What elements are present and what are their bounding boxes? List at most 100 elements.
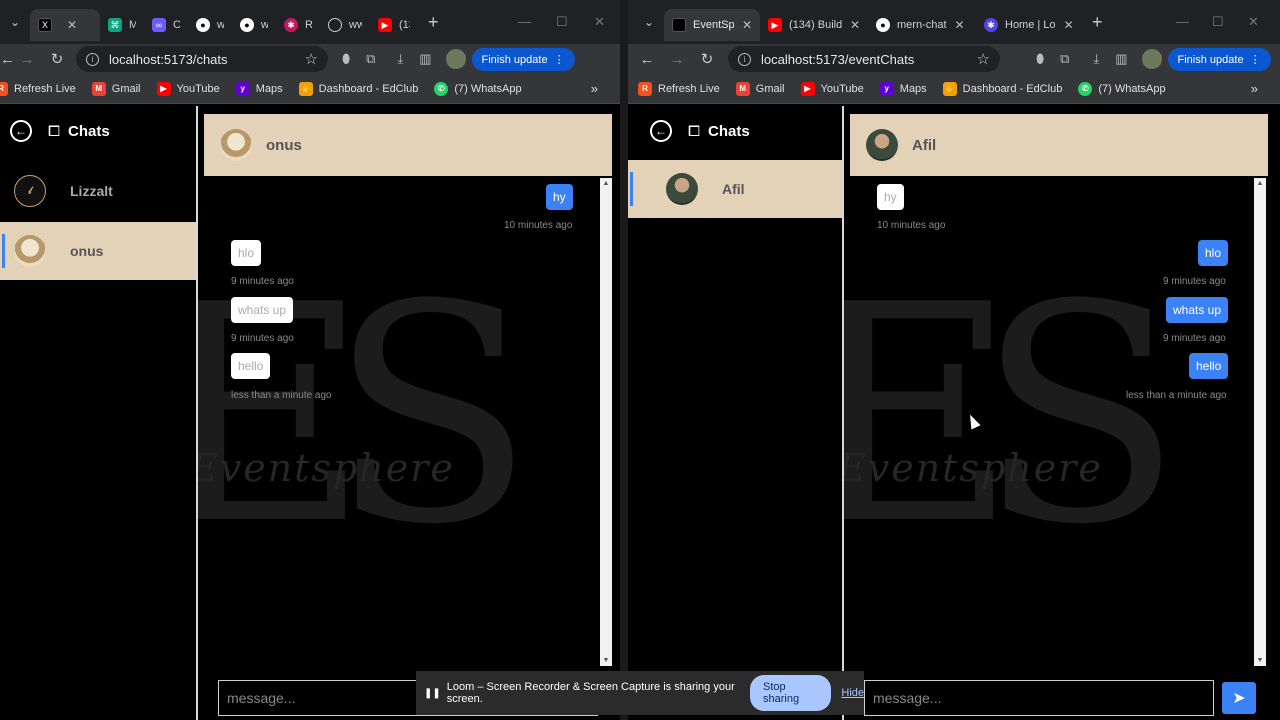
maximize-icon[interactable]: ☐	[1212, 14, 1224, 30]
pause-icon[interactable]: ❚❚	[424, 688, 441, 699]
close-tab-icon[interactable]: ✕	[850, 18, 860, 32]
message-input[interactable]: message...	[864, 680, 1214, 716]
tab-6[interactable]: ww	[320, 9, 370, 41]
bookmark-refresh-live[interactable]: R Refresh Live	[638, 81, 720, 96]
site-info-icon[interactable]: i	[738, 52, 751, 66]
bookmark-youtube[interactable]: ▶ YouTube	[156, 81, 220, 96]
forward-arrow-icon[interactable]: →	[12, 51, 42, 68]
side-panel-icon[interactable]: ▥	[1115, 51, 1127, 67]
eventsphere-icon	[672, 18, 686, 32]
message-bubble: hlo	[231, 240, 262, 266]
bookmark-maps[interactable]: y Maps	[879, 81, 927, 96]
github-icon: ●	[240, 18, 254, 32]
extension-icon[interactable]: ⬮	[1036, 51, 1044, 67]
github-icon: ●	[196, 18, 210, 32]
bookmark-edclub[interactable]: ✋ Dashboard - EdClub	[942, 81, 1062, 96]
tab-4[interactable]: ● we	[232, 9, 276, 41]
reload-icon[interactable]: ↻	[692, 50, 722, 68]
close-window-icon[interactable]: ✕	[594, 14, 605, 30]
reload-icon[interactable]: ↻	[42, 50, 72, 68]
chat-panel: Afil hy 10 minutes ago hlo 9 minutes ago…	[844, 106, 1280, 720]
finish-update-button[interactable]: Finish update ⋮	[471, 47, 575, 71]
contact-name: Afil	[722, 181, 745, 197]
back-circle-icon[interactable]: ←	[650, 120, 672, 142]
tab-1[interactable]: ⌘ M(	[100, 9, 144, 41]
address-bar[interactable]: i localhost:5173/chats ☆	[76, 46, 328, 72]
bookmark-youtube[interactable]: ▶ YouTube	[800, 81, 864, 96]
tab-0[interactable]: EventSphe ✕	[664, 9, 760, 41]
bookmark-star-icon[interactable]: ☆	[977, 50, 990, 68]
bookmarks-bar: R Refresh Live M Gmail ▶ YouTube y Maps ✋ Das…	[628, 74, 1280, 104]
message-bubble: hlo	[1198, 240, 1229, 266]
puzzle-icon[interactable]: ⧉	[366, 51, 375, 67]
download-icon[interactable]: ⤓	[397, 51, 403, 67]
bookmark-gmail[interactable]: M Gmail	[91, 81, 141, 96]
tab-3[interactable]: ● we	[188, 9, 232, 41]
tab-search-icon[interactable]: ⌄	[638, 11, 660, 33]
contact-item-selected[interactable]: Afil	[628, 160, 842, 218]
profile-avatar[interactable]	[1141, 49, 1162, 69]
stop-sharing-button[interactable]: Stop sharing	[750, 675, 832, 711]
tab-3[interactable]: ✱ Home | Lo ✕	[976, 9, 1082, 41]
avatar	[866, 129, 898, 161]
minimize-icon[interactable]: —	[518, 14, 531, 29]
bookmark-edclub[interactable]: ✋ Dashboard - EdClub	[298, 81, 418, 96]
tab-1[interactable]: ▶ (134) Build ✕	[760, 9, 868, 41]
site-info-icon[interactable]: i	[86, 52, 99, 66]
bookmark-star-icon[interactable]: ☆	[305, 50, 318, 68]
message-bubble: hello	[231, 353, 271, 379]
contact-item[interactable]: 𝓁 Lizzalt	[0, 162, 196, 220]
new-tab-button[interactable]: +	[1092, 12, 1103, 33]
message-bubble: hy	[546, 184, 573, 210]
tab-7[interactable]: ▶ (13	[370, 9, 418, 41]
bookmark-maps[interactable]: y Maps	[235, 81, 283, 96]
contact-item-selected[interactable]: onus	[0, 222, 196, 280]
close-tab-icon[interactable]: ✕	[955, 18, 965, 32]
maximize-icon[interactable]: ☐	[556, 14, 568, 30]
finish-update-button[interactable]: Finish update ⋮	[1167, 47, 1271, 71]
minimize-icon[interactable]: —	[1176, 14, 1189, 29]
tab-0[interactable]: X ✕	[30, 9, 100, 41]
sidebar-header: ← ⧠ Chats	[0, 106, 196, 156]
avatar	[220, 129, 252, 161]
back-arrow-icon[interactable]: ←	[632, 51, 662, 68]
new-tab-button[interactable]: +	[428, 12, 439, 33]
tab-2[interactable]: ● mern-chat ✕	[868, 9, 976, 41]
side-panel-icon[interactable]: ▥	[419, 51, 431, 67]
back-arrow-icon[interactable]: ←	[0, 51, 15, 68]
hide-button[interactable]: Hide	[841, 687, 864, 699]
bookmark-whatsapp[interactable]: ✆ (7) WhatsApp	[1078, 81, 1166, 96]
bookmark-gmail[interactable]: M Gmail	[735, 81, 785, 96]
toolbar: ← → ↻ i localhost:5173/chats ☆ ⬮ ⧉ ⤓ ▥ F…	[0, 44, 620, 74]
tab-2[interactable]: ∞ Co	[144, 9, 188, 41]
close-tab-icon[interactable]: ✕	[67, 18, 77, 32]
close-tab-icon[interactable]: ✕	[742, 18, 752, 32]
message-scrollbar[interactable]: ▲ ▼	[1254, 178, 1266, 666]
url-text: localhost:5173/eventChats	[761, 51, 915, 67]
back-circle-icon[interactable]: ←	[10, 120, 32, 142]
chat-header: onus	[204, 114, 612, 176]
refresh-live-icon: R	[638, 81, 652, 96]
bookmark-refresh-live[interactable]: R Refresh Live	[0, 81, 76, 96]
tab-search-icon[interactable]: ⌄	[4, 11, 26, 33]
bookmark-whatsapp[interactable]: ✆ (7) WhatsApp	[434, 81, 522, 96]
profile-avatar[interactable]	[445, 49, 466, 69]
message-time: 9 minutes ago	[231, 276, 294, 287]
address-bar[interactable]: i localhost:5173/eventChats ☆	[728, 46, 1000, 72]
avatar	[14, 235, 46, 267]
tab-5[interactable]: ✱ Re	[276, 9, 320, 41]
chats-icon: ⧠	[48, 122, 61, 140]
more-bookmarks-icon[interactable]: »	[1251, 81, 1258, 96]
forward-arrow-icon[interactable]: →	[662, 51, 692, 68]
close-window-icon[interactable]: ✕	[1248, 14, 1259, 30]
more-bookmarks-icon[interactable]: »	[591, 81, 598, 96]
chat-sidebar: ← ⧠ Chats 𝓁 Lizzalt onus	[0, 106, 198, 720]
extension-icon[interactable]: ⬮	[342, 51, 350, 67]
download-icon[interactable]: ⤓	[1093, 51, 1099, 67]
edclub-icon: ✋	[942, 81, 957, 96]
close-tab-icon[interactable]: ✕	[1064, 18, 1074, 32]
message-list: hy 10 minutes ago hlo 9 minutes ago what…	[844, 176, 1280, 664]
puzzle-icon[interactable]: ⧉	[1060, 51, 1069, 67]
message-scrollbar[interactable]: ▲ ▼	[600, 178, 612, 666]
send-button[interactable]: ➤	[1222, 682, 1256, 714]
